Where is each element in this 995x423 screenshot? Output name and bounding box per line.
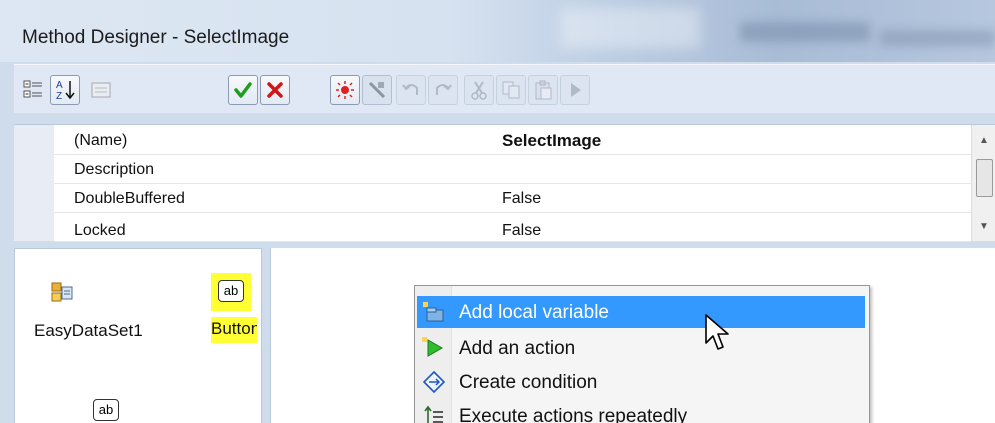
undo-button[interactable] <box>396 75 426 105</box>
redo-icon <box>436 84 452 95</box>
add-variable-icon <box>423 302 444 322</box>
ab-button-icon: ab <box>218 280 244 302</box>
property-pages-icon <box>91 82 111 98</box>
property-value[interactable]: SelectImage <box>502 131 601 151</box>
menu-item-label: Add an action <box>459 338 576 359</box>
menu-item-execute-actions-repeatedly[interactable]: Execute actions repeatedly <box>417 400 865 423</box>
redo-button[interactable] <box>428 75 458 105</box>
loop-icon <box>424 405 443 423</box>
property-value[interactable]: False <box>502 190 541 208</box>
alphabetical-button[interactable]: A Z <box>50 75 80 105</box>
svg-text:Z: Z <box>56 91 62 102</box>
cut-button[interactable] <box>464 75 494 105</box>
cancel-button[interactable] <box>260 75 290 105</box>
property-name: (Name) <box>74 132 128 149</box>
ab-button-icon-2[interactable]: ab <box>93 399 119 421</box>
title-blur-text <box>740 22 870 42</box>
delete-button[interactable] <box>362 75 392 105</box>
property-pages-button[interactable] <box>86 75 116 105</box>
run-icon <box>571 83 581 97</box>
cut-icon <box>471 81 487 100</box>
dataset-component[interactable] <box>51 281 73 305</box>
condition-diamond-icon <box>422 370 446 394</box>
property-value[interactable]: False <box>502 222 541 240</box>
run-button[interactable] <box>560 75 590 105</box>
menu-item-add-local-variable[interactable]: Add local variable <box>417 296 865 328</box>
copy-icon <box>502 81 520 99</box>
title-blur-text <box>880 30 995 46</box>
property-grid: (Name) SelectImage Description DoubleBuf… <box>14 124 995 242</box>
dataset-label[interactable]: EasyDataSet1 <box>34 321 143 341</box>
ab-icon-text: ab <box>98 402 114 417</box>
context-menu: Add local variable Add an action Create … <box>414 285 870 423</box>
title-bar[interactable]: Method Designer - SelectImage <box>0 0 995 62</box>
delete-icon <box>368 81 386 99</box>
menu-item-label: Add local variable <box>459 302 609 323</box>
copy-button[interactable] <box>496 75 526 105</box>
property-name: Description <box>74 161 155 178</box>
property-row-doublebuffered[interactable]: DoubleBuffered False <box>54 183 971 213</box>
ok-check-icon <box>234 82 252 98</box>
title-glare <box>560 8 700 48</box>
property-row-description[interactable]: Description <box>54 154 971 184</box>
scroll-thumb[interactable] <box>976 159 993 197</box>
sort-alphabetical-icon: A Z <box>56 80 75 102</box>
method-designer-window: Method Designer - SelectImage A Z (Name)… <box>0 0 995 423</box>
property-grid-scrollbar[interactable]: ▲ ▼ <box>971 125 995 241</box>
property-row-locked[interactable]: Locked False <box>54 212 971 242</box>
cancel-x-icon <box>267 82 283 98</box>
property-grid-gutter <box>14 125 54 241</box>
property-name: DoubleBuffered <box>74 190 185 207</box>
dataset-icon <box>51 282 73 302</box>
paste-button[interactable] <box>528 75 558 105</box>
ok-button[interactable] <box>228 75 258 105</box>
button-label[interactable]: Button <box>211 317 257 343</box>
categorized-button[interactable] <box>18 75 48 105</box>
mouse-cursor-icon <box>705 314 729 350</box>
toolbar: A Z <box>14 64 995 113</box>
green-arrow-icon <box>422 337 444 357</box>
debug-icon <box>336 81 354 99</box>
undo-icon <box>402 84 418 95</box>
scroll-down-arrow-icon[interactable]: ▼ <box>979 221 989 232</box>
window-title: Method Designer - SelectImage <box>22 27 290 48</box>
ab-icon-text: ab <box>223 283 239 298</box>
component-tray: EasyDataSet1 ab Button ab <box>14 248 262 423</box>
categorized-icon <box>23 80 42 98</box>
menu-item-create-condition[interactable]: Create condition <box>417 366 865 398</box>
menu-item-add-an-action[interactable]: Add an action <box>417 332 865 364</box>
paste-icon <box>535 80 552 100</box>
button-component-icon-wrap[interactable]: ab <box>211 273 251 311</box>
property-row-name[interactable]: (Name) SelectImage <box>54 125 971 155</box>
svg-text:A: A <box>56 80 63 91</box>
menu-item-label: Create condition <box>459 372 598 393</box>
property-name: Locked <box>74 222 126 239</box>
debug-button[interactable] <box>330 75 360 105</box>
scroll-up-arrow-icon[interactable]: ▲ <box>979 135 989 146</box>
menu-item-label: Execute actions repeatedly <box>459 406 688 423</box>
